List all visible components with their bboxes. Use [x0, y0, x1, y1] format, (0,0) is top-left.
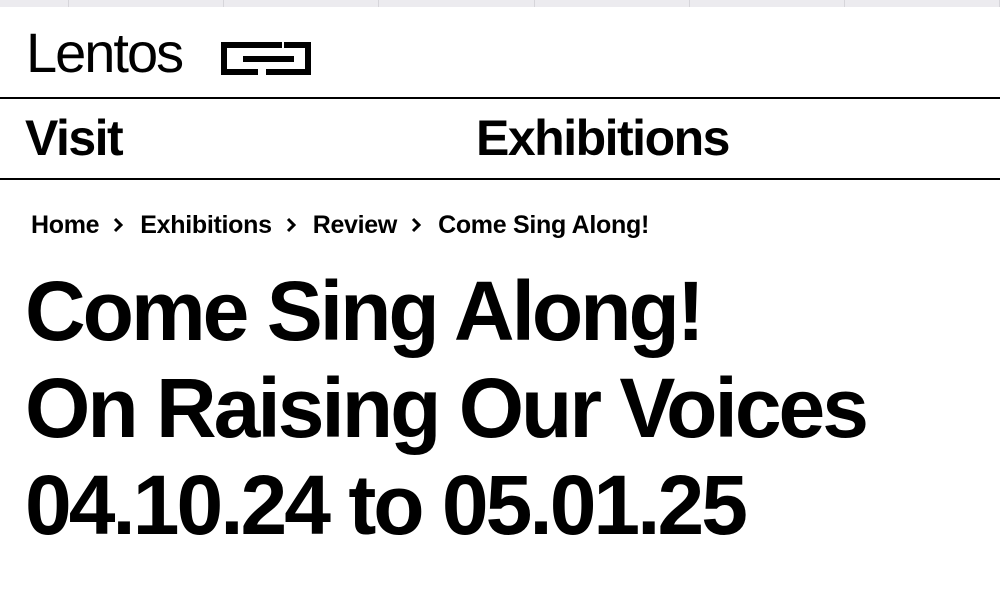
page-title-line-1: Come Sing Along! — [25, 264, 705, 358]
chevron-right-icon — [412, 217, 422, 233]
tab-strip-segment — [379, 0, 535, 7]
site-header: Lentos — [0, 7, 1000, 99]
tab-strip-segment — [845, 0, 1000, 7]
tab-strip-segment — [69, 0, 225, 7]
exhibition-date-range: 04.10.24 to 05.01.25 — [25, 458, 748, 552]
page-title: Come Sing Along! On Raising Our Voices 0… — [25, 263, 995, 554]
tab-strip-segment — [535, 0, 690, 7]
breadcrumb-review[interactable]: Review — [313, 211, 398, 240]
main-navigation: Visit Exhibitions — [0, 99, 1000, 180]
chevron-right-icon — [114, 217, 124, 233]
breadcrumb: Home Exhibitions Review Come Sing Along! — [31, 209, 649, 241]
nav-item-visit[interactable]: Visit — [25, 109, 124, 167]
site-logo-link[interactable]: Lentos — [26, 25, 184, 81]
breadcrumb-exhibitions[interactable]: Exhibitions — [140, 211, 272, 240]
breadcrumb-current-page: Come Sing Along! — [438, 210, 649, 239]
nav-item-exhibitions[interactable]: Exhibitions — [476, 109, 730, 167]
lentos-logo-mark-icon[interactable] — [221, 42, 311, 75]
tab-strip-segment — [0, 0, 69, 7]
page-title-line-2: On Raising Our Voices — [25, 361, 869, 455]
chevron-right-icon — [286, 217, 296, 233]
tab-strip-segment — [224, 0, 380, 7]
browser-tab-strip — [0, 0, 1000, 7]
breadcrumb-home[interactable]: Home — [31, 211, 100, 240]
tab-strip-segment — [690, 0, 845, 7]
